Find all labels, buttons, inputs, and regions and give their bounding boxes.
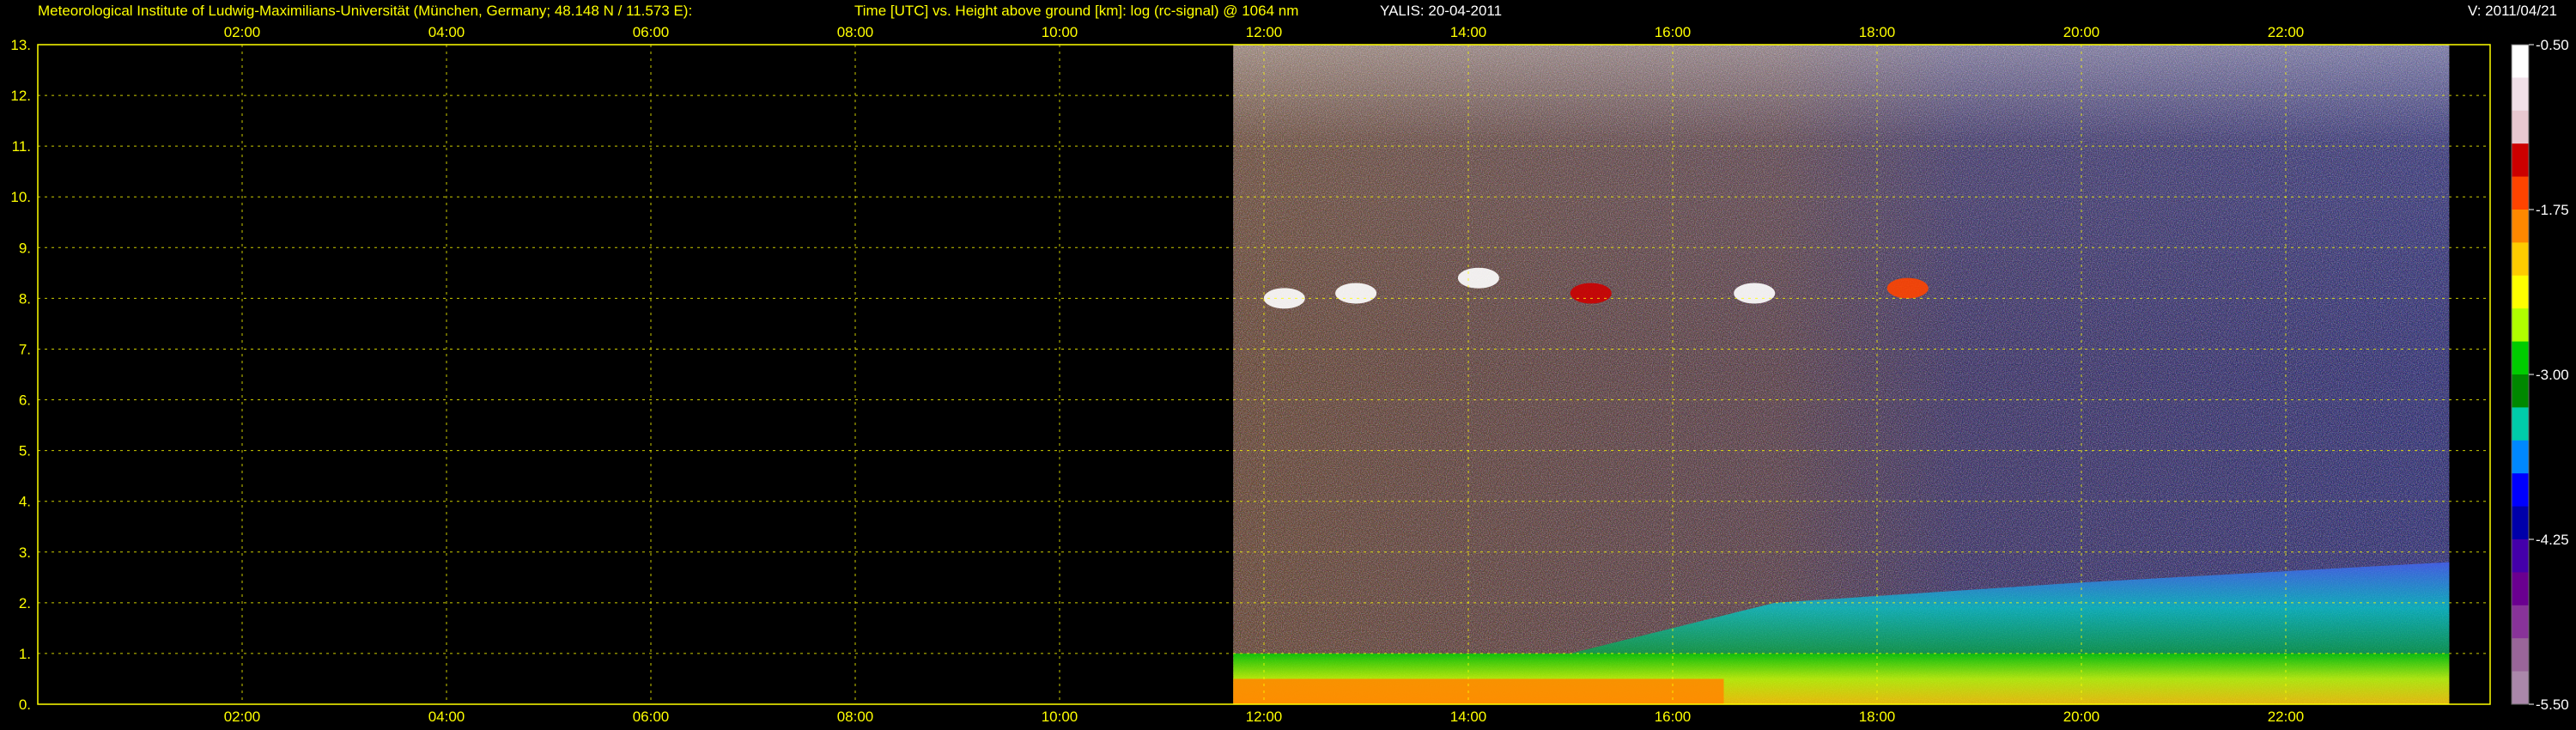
y-tick-label: 1. <box>19 646 31 662</box>
colorbar-segment <box>2512 143 2529 178</box>
colorbar-segment <box>2512 440 2529 474</box>
x-tick-label-bottom: 18:00 <box>1859 709 1896 725</box>
colorbar-segment <box>2512 572 2529 606</box>
x-tick-label-top: 04:00 <box>428 24 465 40</box>
colorbar <box>2511 44 2530 705</box>
colorbar-segment <box>2512 605 2529 639</box>
y-tick-label: 7. <box>19 341 31 357</box>
lidar-chart: 02:00 04:00 06:00 08:00 10:00 12:00 14:00 16:00… <box>10 24 2569 725</box>
y-tick-label: 6. <box>19 392 31 409</box>
x-axis-bottom: 02:00 04:00 06:00 08:00 10:00 12:00 14:00 16:00… <box>224 709 2305 725</box>
feature-cirrus-cloud <box>1734 283 1776 304</box>
colorbar-segment <box>2512 275 2529 309</box>
feature-cirrus-cloud <box>1335 283 1377 304</box>
y-tick-label: 11. <box>12 138 31 155</box>
x-tick-label-top: 10:00 <box>1042 24 1078 40</box>
x-tick-label-top: 08:00 <box>837 24 874 40</box>
x-tick-label-bottom: 10:00 <box>1042 709 1078 725</box>
y-tick-label: 0. <box>19 697 31 713</box>
colorbar-segment <box>2512 45 2529 78</box>
colorbar-segment <box>2512 242 2529 277</box>
y-tick-label: 2. <box>19 595 31 611</box>
y-tick-label: 8. <box>19 290 31 307</box>
feature-cirrus-cloud <box>1457 267 1499 289</box>
x-axis-top: 02:00 04:00 06:00 08:00 10:00 12:00 14:00 16:00… <box>224 24 2305 40</box>
y-tick-label: 4. <box>19 494 31 510</box>
y-tick-label: 13. <box>10 37 31 53</box>
x-tick-label-bottom: 04:00 <box>428 709 465 725</box>
lidar-signal-layer <box>1233 45 2450 704</box>
colorbar-segment <box>2512 176 2529 210</box>
signal-upper-brightening <box>1233 45 2450 374</box>
colorbar-segment <box>2512 110 2529 144</box>
x-tick-label-bottom: 20:00 <box>2063 709 2100 725</box>
colorbar-tick-label: -1.75 <box>2536 202 2569 218</box>
x-tick-label-bottom: 08:00 <box>837 709 874 725</box>
x-tick-label-top: 20:00 <box>2063 24 2100 40</box>
colorbar-tick-label: -3.00 <box>2536 367 2569 383</box>
colorbar-segment <box>2512 506 2529 540</box>
colorbar-segment <box>2512 341 2529 375</box>
colorbar-tick-label: -5.50 <box>2536 697 2569 713</box>
feature-cirrus-cloud <box>1570 283 1612 304</box>
colorbar-segment <box>2512 539 2529 573</box>
x-tick-label-bottom: 14:00 <box>1450 709 1487 725</box>
colorbar-ticks: -0.50 -1.75 -3.00 -4.25 -5.50 <box>2529 37 2569 713</box>
colorbar-segment <box>2512 308 2529 343</box>
x-tick-label-top: 14:00 <box>1450 24 1487 40</box>
colorbar-segment <box>2512 407 2529 441</box>
colorbar-segment <box>2512 671 2529 705</box>
x-tick-label-bottom: 22:00 <box>2268 709 2305 725</box>
x-tick-label-top: 12:00 <box>1246 24 1283 40</box>
x-tick-label-bottom: 02:00 <box>224 709 261 725</box>
y-tick-label: 3. <box>19 544 31 561</box>
feature-boundary-layer-core <box>1233 678 1724 704</box>
x-tick-label-bottom: 12:00 <box>1246 709 1283 725</box>
y-tick-label: 12. <box>10 88 31 104</box>
colorbar-segment <box>2512 638 2529 672</box>
x-tick-label-top: 16:00 <box>1655 24 1692 40</box>
x-tick-label-top: 22:00 <box>2268 24 2305 40</box>
colorbar-segment <box>2512 473 2529 508</box>
colorbar-tick-label: -0.50 <box>2536 37 2569 53</box>
y-tick-label: 9. <box>19 240 31 256</box>
colorbar-tick-label: -4.25 <box>2536 532 2569 548</box>
y-tick-label: 5. <box>19 443 31 459</box>
y-tick-label: 10. <box>10 189 31 205</box>
colorbar-segment <box>2512 374 2529 408</box>
feature-cirrus-cloud <box>1886 277 1929 299</box>
x-tick-label-top: 18:00 <box>1859 24 1896 40</box>
x-tick-label-bottom: 16:00 <box>1655 709 1692 725</box>
colorbar-segment <box>2512 77 2529 112</box>
x-tick-label-bottom: 06:00 <box>633 709 670 725</box>
x-tick-label-top: 06:00 <box>633 24 670 40</box>
x-tick-label-top: 02:00 <box>224 24 261 40</box>
colorbar-segment <box>2512 210 2529 243</box>
y-axis: 0. 1. 2. 3. 4. 5. 6. 7. 8. 9. 10. 11. 12. 13. <box>10 37 31 713</box>
